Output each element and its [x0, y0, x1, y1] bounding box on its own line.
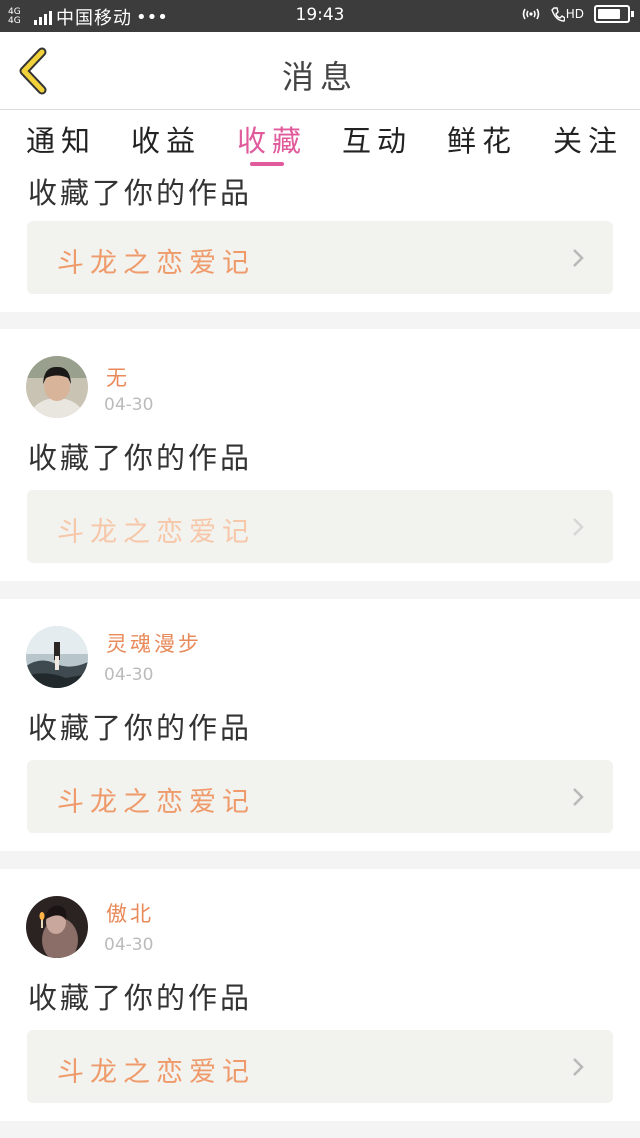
status-bar: 4G 4G 中国移动 ••• 19:43 HD — [0, 0, 640, 32]
avatar[interactable] — [26, 896, 88, 958]
action-text: 收藏了你的作品 — [28, 441, 253, 475]
avatar[interactable] — [26, 356, 88, 418]
avatar[interactable] — [26, 626, 88, 688]
action-text: 收藏了你的作品 — [28, 176, 253, 210]
work-title: 斗龙之恋爱记 — [57, 787, 255, 818]
post-date: 04-30 — [104, 665, 154, 685]
user-name[interactable]: 无 — [106, 362, 130, 392]
volte-label: HD — [565, 7, 584, 21]
tab-earnings[interactable]: 收益 — [131, 118, 201, 160]
user-name[interactable]: 傲北 — [106, 898, 154, 928]
favorite-notification-card: 无 04-30 收藏了你的作品 斗龙之恋爱记 — [0, 329, 640, 581]
post-date: 04-30 — [104, 935, 154, 955]
chevron-right-icon — [573, 788, 584, 806]
work-link[interactable]: 斗龙之恋爱记 — [27, 760, 613, 833]
tab-flowers[interactable]: 鲜花 — [447, 118, 517, 160]
work-title: 斗龙之恋爱记 — [57, 1057, 255, 1088]
tab-favorites[interactable]: 收藏 — [237, 118, 307, 160]
post-date: 04-30 — [104, 395, 154, 415]
battery-icon — [594, 5, 634, 23]
page-title: 消息 — [281, 58, 358, 96]
favorite-notification-card: 灵魂漫步 04-30 收藏了你的作品 斗龙之恋爱记 — [0, 599, 640, 851]
action-text: 收藏了你的作品 — [28, 711, 253, 745]
favorite-notification-card: 收藏了你的作品 斗龙之恋爱记 — [0, 166, 640, 312]
tab-interactions[interactable]: 互动 — [342, 118, 412, 160]
work-link[interactable]: 斗龙之恋爱记 — [27, 221, 613, 294]
work-link[interactable]: 斗龙之恋爱记 — [27, 1030, 613, 1103]
work-title: 斗龙之恋爱记 — [57, 248, 255, 279]
chevron-right-icon — [573, 1058, 584, 1076]
favorite-notification-card: 傲北 04-30 收藏了你的作品 斗龙之恋爱记 — [0, 869, 640, 1121]
user-name[interactable]: 灵魂漫步 — [106, 628, 202, 658]
wifi-calling-icon — [522, 8, 540, 20]
work-title: 斗龙之恋爱记 — [57, 517, 255, 548]
tab-bar: 通知 收益 收藏 互动 鲜花 关注 — [0, 110, 640, 166]
action-text: 收藏了你的作品 — [28, 981, 253, 1015]
volte-icon: HD — [550, 6, 584, 22]
chevron-right-icon — [573, 249, 584, 267]
top-nav-bar: 消息 — [0, 32, 640, 110]
tab-notifications[interactable]: 通知 — [26, 118, 96, 160]
chevron-right-icon — [573, 518, 584, 536]
work-link[interactable]: 斗龙之恋爱记 — [27, 490, 613, 563]
tab-following[interactable]: 关注 — [553, 118, 623, 160]
